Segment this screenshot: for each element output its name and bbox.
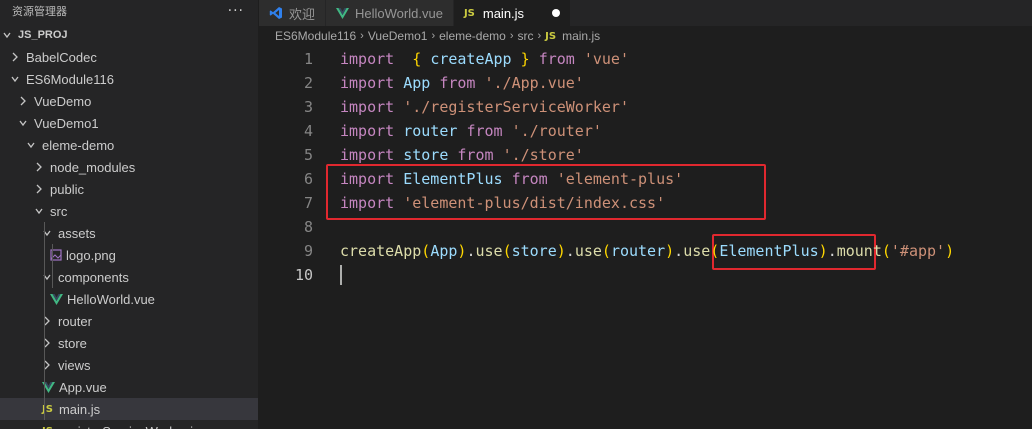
chevron-down-icon[interactable]: [18, 118, 30, 128]
tree-item[interactable]: assets: [0, 222, 258, 244]
tree-item-label: HelloWorld.vue: [67, 291, 155, 307]
vue-file-icon: [336, 7, 350, 19]
tree-item-label: main.js: [58, 401, 101, 417]
code-line: import './registerServiceWorker': [340, 98, 629, 116]
tree-item-label: VueDemo: [34, 93, 92, 109]
explorer-header: 资源管理器 ···: [0, 0, 258, 22]
breadcrumb: ES6Module116 › VueDemo1 › eleme-demo › src › JS m…: [259, 26, 1032, 46]
tree-item-label: views: [58, 357, 91, 373]
line-number: 4: [303, 122, 313, 140]
tree-item[interactable]: JS_PROJ: [0, 24, 258, 46]
tree-item-label: JS_PROJ: [18, 29, 68, 41]
tab-bar: 欢迎 HelloWorld.vue JS main.js: [259, 0, 1032, 26]
tree-item[interactable]: node_modules: [0, 156, 258, 178]
line-number: 3: [303, 98, 313, 116]
chevron-right-icon: ›: [360, 30, 364, 42]
breadcrumb-item[interactable]: main.js: [562, 29, 600, 43]
editor-tab[interactable]: 欢迎: [259, 0, 327, 26]
line-number: 10: [294, 266, 313, 284]
breadcrumb-item[interactable]: eleme-demo: [439, 29, 506, 43]
code-line: import App from './App.vue': [340, 74, 584, 92]
tree-item-label: node_modules: [50, 159, 136, 175]
line-number: 1: [303, 50, 313, 68]
tree-item[interactable]: JS main.js: [0, 398, 258, 420]
tree-item[interactable]: store: [0, 332, 258, 354]
chevron-right-icon: ›: [509, 30, 514, 42]
editor-tab[interactable]: JS main.js: [453, 0, 572, 26]
js-file-icon: JS: [545, 30, 557, 42]
code-line: import ElementPlus from 'element-plus': [340, 170, 684, 188]
code-editor[interactable]: 1 import { createApp } from 'vue' 2 import …: [259, 47, 1032, 429]
vscode-icon: [269, 6, 283, 20]
tree-item-label: VueDemo1: [34, 115, 99, 131]
indent-guide: [52, 244, 53, 288]
tree-item-label: src: [50, 203, 68, 219]
chevron-right-icon[interactable]: [34, 184, 46, 194]
vscode-window: 资源管理器 ··· JS_PROJ BabelCodec ES6Module116 V…: [0, 0, 1032, 429]
chevron-right-icon: ›: [537, 30, 542, 42]
more-actions-icon[interactable]: ···: [228, 3, 244, 19]
chevron-right-icon[interactable]: [10, 52, 22, 62]
js-file-icon: JS: [42, 426, 53, 429]
chevron-right-icon: ›: [431, 30, 436, 42]
line-number: 6: [303, 170, 313, 188]
code-line: createApp(App).use(store).use(router).us…: [340, 242, 955, 260]
tree-item-label: BabelCodec: [26, 49, 97, 65]
tree-item[interactable]: HelloWorld.vue: [0, 288, 258, 310]
tree-item-label: components: [58, 269, 129, 285]
chevron-down-icon[interactable]: [10, 74, 22, 84]
tree-item[interactable]: views: [0, 354, 258, 376]
line-number: 9: [303, 242, 313, 260]
tree-item-label: assets: [58, 225, 96, 241]
explorer-title: 资源管理器: [12, 5, 67, 18]
tree-item-label: public: [50, 181, 84, 197]
text-cursor: [340, 265, 342, 285]
line-number: 8: [303, 218, 313, 236]
indent-guide: [44, 222, 45, 420]
breadcrumb-item[interactable]: src: [517, 29, 533, 43]
tree-item[interactable]: VueDemo1: [0, 112, 258, 134]
tree-item[interactable]: src: [0, 200, 258, 222]
tree-item-label: store: [58, 335, 87, 351]
chevron-down-icon[interactable]: [34, 206, 46, 216]
tree-item[interactable]: logo.png: [0, 244, 258, 266]
tab-label: main.js: [482, 5, 525, 21]
tree-item[interactable]: App.vue: [0, 376, 258, 398]
tab-label: HelloWorld.vue: [355, 5, 443, 21]
code-line: import { createApp } from 'vue': [340, 50, 629, 68]
tree-item[interactable]: components: [0, 266, 258, 288]
tree-item[interactable]: public: [0, 178, 258, 200]
tree-item[interactable]: JS registerServiceWorker.js: [0, 420, 258, 429]
breadcrumb-item[interactable]: VueDemo1: [368, 29, 428, 43]
code-line: import store from './store': [340, 146, 584, 164]
tree-item-label: registerServiceWorker.js: [59, 424, 200, 429]
editor-area: 欢迎 HelloWorld.vue JS main.js ES6Module116 › V…: [259, 0, 1032, 429]
js-file-icon: JS: [463, 7, 475, 19]
tree-item-label: eleme-demo: [42, 137, 115, 153]
explorer-sidebar: 资源管理器 ··· JS_PROJ BabelCodec ES6Module116 V…: [0, 0, 258, 429]
line-number: 5: [303, 146, 313, 164]
tree-item-label: router: [58, 313, 92, 329]
vue-file-icon: [50, 293, 63, 305]
tree-item-label: App.vue: [59, 379, 107, 395]
chevron-right-icon[interactable]: [18, 96, 30, 106]
tree-item[interactable]: BabelCodec: [0, 46, 258, 68]
line-number: 2: [303, 74, 313, 92]
chevron-down-icon[interactable]: [2, 30, 14, 40]
tree-item[interactable]: ES6Module116: [0, 68, 258, 90]
code-line: import 'element-plus/dist/index.css': [340, 194, 666, 212]
unsaved-dot-icon[interactable]: [552, 9, 561, 17]
tree-item[interactable]: router: [0, 310, 258, 332]
breadcrumb-item[interactable]: ES6Module116: [275, 29, 356, 43]
tree-item[interactable]: eleme-demo: [0, 134, 258, 156]
line-number: 7: [303, 194, 313, 212]
chevron-right-icon[interactable]: [34, 162, 46, 172]
tree-item[interactable]: VueDemo: [0, 90, 258, 112]
code-line: import router from './router': [340, 122, 602, 140]
tab-label: 欢迎: [289, 6, 316, 22]
editor-tab[interactable]: HelloWorld.vue: [326, 0, 454, 26]
tree-item-label: ES6Module116: [26, 71, 114, 87]
tree-item-label: logo.png: [66, 247, 116, 263]
chevron-down-icon[interactable]: [26, 140, 38, 150]
